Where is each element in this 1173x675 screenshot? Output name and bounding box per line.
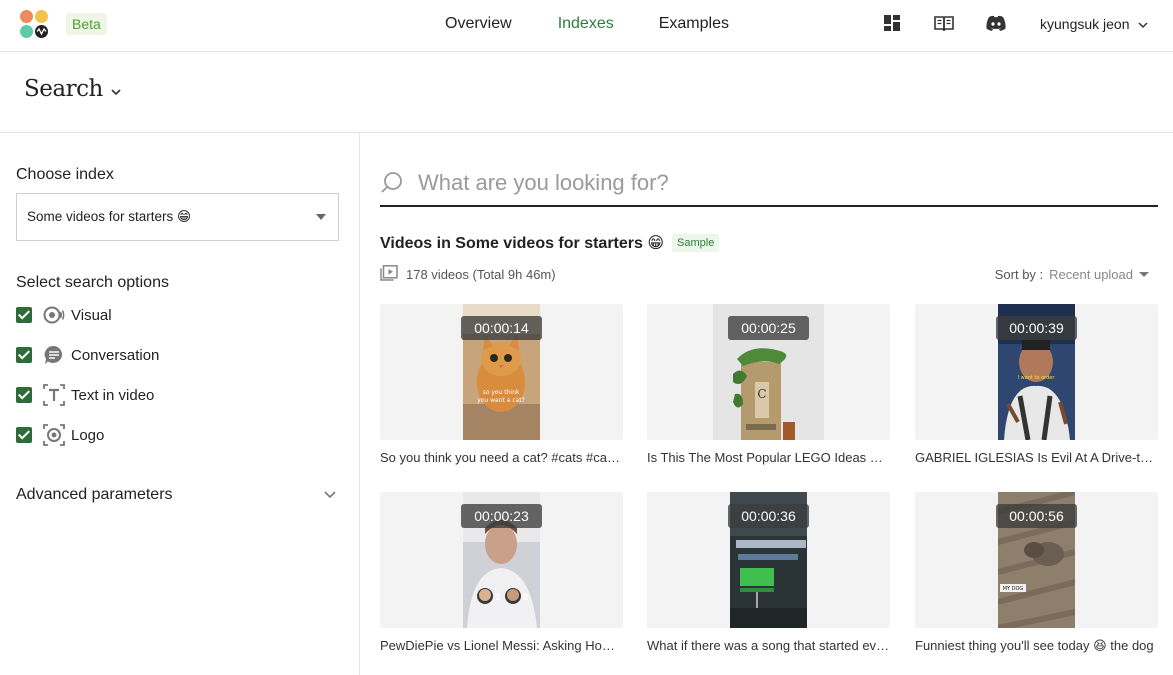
video-duration: 00:00:56 xyxy=(996,504,1077,528)
video-duration: 00:00:23 xyxy=(461,504,542,528)
chevron-down-icon xyxy=(324,486,336,504)
page-title[interactable]: Search xyxy=(24,76,121,102)
caret-down-icon xyxy=(1139,272,1149,277)
option-label: Visual xyxy=(71,306,112,324)
logo-dot xyxy=(20,10,33,23)
docs-book-icon[interactable] xyxy=(934,15,954,36)
videos-title: Videos in Some videos for starters 😁 xyxy=(380,235,665,252)
video-title: What if there was a song that started ev… xyxy=(647,638,890,653)
nav-indexes[interactable]: Indexes xyxy=(558,0,614,52)
video-title: So you think you need a cat? #cats #cat … xyxy=(380,450,623,465)
conversation-checkbox[interactable] xyxy=(16,347,32,363)
advanced-parameters-toggle[interactable]: Advanced parameters xyxy=(16,483,336,507)
nav-overview[interactable]: Overview xyxy=(445,0,512,52)
top-bar: Beta Overview Indexes Examples kyungsuk … xyxy=(0,0,1173,52)
text-in-video-checkbox[interactable] xyxy=(16,387,32,403)
sort-label: Sort by : xyxy=(994,267,1044,282)
discord-icon[interactable] xyxy=(985,15,1007,37)
logo-dot xyxy=(35,25,48,38)
option-label: Conversation xyxy=(71,346,160,364)
advanced-parameters-label: Advanced parameters xyxy=(16,486,173,503)
video-count: 178 videos (Total 9h 46m) xyxy=(406,267,556,282)
svg-text:MY DOG: MY DOG xyxy=(1003,586,1024,592)
option-label: Logo xyxy=(71,426,105,444)
beta-badge: Beta xyxy=(66,13,107,35)
video-library-icon xyxy=(380,265,398,284)
svg-text:C: C xyxy=(757,387,766,401)
svg-text:0: 0 xyxy=(523,593,529,602)
video-title: PewDiePie vs Lionel Messi: Asking How Ma… xyxy=(380,638,623,653)
main-content: Videos in Some videos for starters 😁 Sam… xyxy=(360,133,1173,675)
search-input[interactable] xyxy=(418,167,1118,199)
logo-checkbox[interactable] xyxy=(16,427,32,443)
video-title: Funniest thing you'll see today 😆 the do… xyxy=(915,638,1154,653)
video-duration: 00:00:25 xyxy=(728,316,809,340)
logo-dot xyxy=(20,25,33,38)
svg-text:I want to order: I want to order xyxy=(1018,375,1056,381)
user-menu[interactable]: kyungsuk jeon xyxy=(1040,0,1148,48)
dashboard-icon[interactable] xyxy=(884,15,900,36)
video-title: Is This The Most Popular LEGO Ideas Set … xyxy=(647,450,890,465)
video-duration: 00:00:14 xyxy=(461,316,542,340)
sub-header: Search xyxy=(0,52,1173,133)
sample-badge: Sample xyxy=(672,234,720,252)
option-conversation: Conversation xyxy=(16,343,159,367)
app-logo[interactable] xyxy=(20,10,50,40)
chevron-down-icon xyxy=(111,76,121,102)
svg-text:so you think: so you think xyxy=(483,389,520,396)
chevron-down-icon xyxy=(1137,0,1148,48)
search-bar xyxy=(380,161,1158,207)
choose-index-label: Choose index xyxy=(16,166,114,183)
index-select[interactable]: Some videos for starters 😁 xyxy=(16,193,339,241)
video-count-row: 178 videos (Total 9h 46m) xyxy=(380,265,556,284)
caret-down-icon xyxy=(316,214,326,220)
nav-examples[interactable]: Examples xyxy=(659,0,729,52)
user-name: kyungsuk jeon xyxy=(1040,16,1130,32)
option-text-in-video: Text in video xyxy=(16,383,154,407)
search-icon xyxy=(380,171,404,200)
svg-text:1: 1 xyxy=(495,593,501,602)
sort-dropdown[interactable]: Sort by : Recent upload xyxy=(995,267,1149,282)
visual-checkbox[interactable] xyxy=(16,307,32,323)
sort-value: Recent upload xyxy=(1049,267,1133,282)
index-select-value: Some videos for starters 😁 xyxy=(27,209,192,224)
videos-heading: Videos in Some videos for starters 😁 Sam… xyxy=(380,233,720,253)
conversation-icon xyxy=(43,344,65,366)
search-options-label: Select search options xyxy=(16,274,169,291)
page-title-text: Search xyxy=(24,76,103,102)
logo-dot xyxy=(35,10,48,23)
sidebar: Choose index Some videos for starters 😁 … xyxy=(0,133,360,675)
visual-icon xyxy=(43,304,65,326)
video-duration: 00:00:39 xyxy=(996,316,1077,340)
video-title: GABRIEL IGLESIAS Is Evil At A Drive-thru xyxy=(915,450,1158,465)
option-logo: Logo xyxy=(16,423,104,447)
main-nav: Overview Indexes Examples xyxy=(445,0,729,52)
option-visual: Visual xyxy=(16,303,112,327)
logo-icon xyxy=(43,424,65,446)
svg-text:you want a cat?: you want a cat? xyxy=(477,397,525,404)
text-in-video-icon xyxy=(43,384,65,406)
video-duration: 00:00:36 xyxy=(728,504,809,528)
option-label: Text in video xyxy=(71,386,155,404)
